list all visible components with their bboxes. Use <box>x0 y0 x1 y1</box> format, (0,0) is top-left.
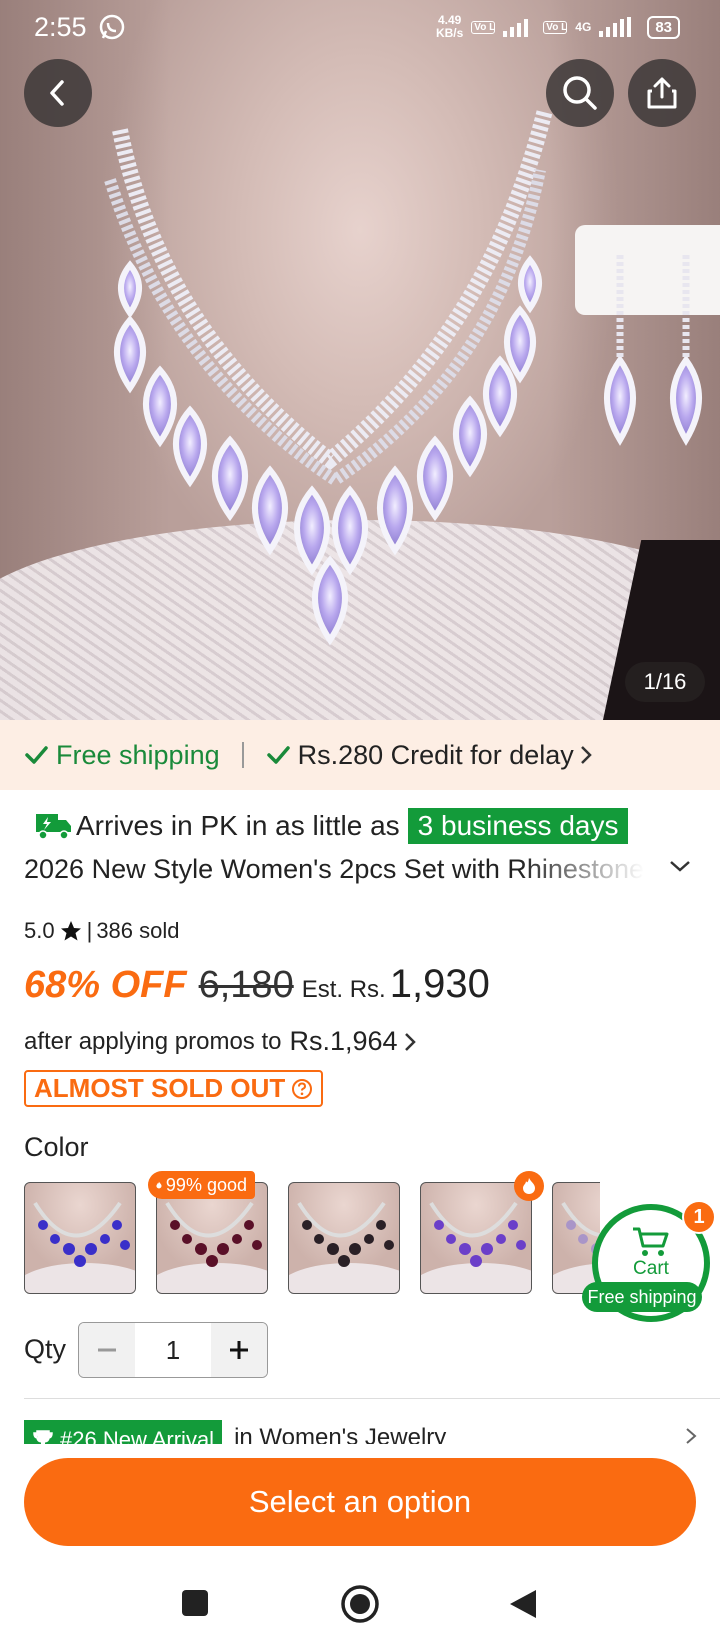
back-button[interactable] <box>24 59 92 127</box>
est-price-label: Est. Rs. <box>301 976 386 1003</box>
flame-icon <box>523 1178 535 1194</box>
share-icon <box>647 77 677 109</box>
bottom-action-bar: Select an option <box>0 1444 720 1564</box>
quantity-decrease-button[interactable] <box>79 1323 135 1377</box>
chevron-right-icon <box>580 746 592 764</box>
product-image[interactable]: 2:55 4.49 KB/s Vo LTE Vo LTE 4G 83 1/16 <box>0 0 720 720</box>
share-button[interactable] <box>628 59 696 127</box>
volte-badge-2: Vo LTE <box>543 20 568 34</box>
section-divider <box>24 1398 720 1399</box>
quantity-label: Qty <box>24 1334 67 1364</box>
swatch-necklace <box>33 1201 130 1267</box>
ranking-category: in Women's Jewelry <box>234 1424 447 1444</box>
chevron-left-icon <box>50 80 64 106</box>
battery-indicator: 83 <box>647 15 680 39</box>
cart-label: Cart <box>633 1258 669 1279</box>
promo-row[interactable]: after applying promos to Rs.1,964 <box>24 1026 418 1057</box>
signal-icon-1 <box>503 19 529 37</box>
search-button[interactable] <box>546 59 614 127</box>
net-speed: 4.49 KB/s <box>436 14 463 40</box>
shipping-banner[interactable]: Free shipping Rs.280 Credit for delay <box>0 720 720 790</box>
product-title[interactable]: 2026 New Style Women's 2pcs Set with Rhi… <box>24 854 644 885</box>
whatsapp-icon <box>99 14 125 40</box>
image-page-indicator: 1/16 <box>625 662 705 702</box>
recent-apps-icon[interactable] <box>180 1588 210 1618</box>
quantity-value[interactable]: 1 <box>135 1323 211 1377</box>
status-bar: 2:55 4.49 KB/s Vo LTE Vo LTE 4G 83 <box>0 0 720 54</box>
status-indicators: 4.49 KB/s Vo LTE Vo LTE 4G 83 <box>436 14 680 40</box>
color-swatch-royal-blue[interactable] <box>24 1182 136 1294</box>
select-option-button[interactable]: Select an option <box>24 1458 696 1546</box>
swatch-necklace <box>429 1201 526 1267</box>
free-shipping-label: Free shipping <box>56 739 220 770</box>
final-price: 1,930 <box>389 962 490 1006</box>
cart-count-badge: 1 <box>682 1200 716 1234</box>
minus-icon <box>98 1348 116 1352</box>
plus-icon <box>230 1341 248 1359</box>
ranking-badge: #26 New Arrival <box>24 1420 223 1444</box>
swatch-rating-badge: 99% good <box>148 1171 255 1199</box>
trophy-icon <box>33 1430 53 1444</box>
cart-free-shipping: Free shipping <box>582 1282 702 1312</box>
ranking-row[interactable]: #26 New Arrival in Women's Jewelry <box>24 1420 720 1444</box>
rating-row[interactable]: 5.0 | 386 sold <box>24 918 180 944</box>
almost-sold-out-label: ALMOST SOLD OUT <box>34 1073 286 1103</box>
promo-text: after applying promos to <box>24 1027 282 1055</box>
fast-delivery-truck-icon <box>36 814 71 840</box>
search-icon <box>563 76 597 110</box>
status-time: 2:55 <box>34 12 87 42</box>
system-nav-bar <box>0 1564 720 1650</box>
delivery-estimate: Arrives in PK in as little as 3 business… <box>34 808 629 844</box>
swatch-badge-text: 99% good <box>165 1174 247 1195</box>
price-row: 68% OFF 6,180 Est. Rs. 1,930 <box>24 962 490 1007</box>
network-type: 4G <box>575 20 592 34</box>
back-nav-icon[interactable] <box>508 1588 538 1620</box>
swatch-necklace <box>165 1201 262 1267</box>
color-swatches <box>24 1182 600 1294</box>
ranking-badge-text: #26 New Arrival <box>60 1427 215 1444</box>
banner-divider <box>241 742 244 768</box>
almost-sold-out-badge[interactable]: ALMOST SOLD OUT <box>24 1070 324 1107</box>
rating-divider: | <box>86 918 93 943</box>
promo-price: Rs.1,964 <box>289 1026 398 1056</box>
original-price: 6,180 <box>198 964 294 1006</box>
color-swatch-violet[interactable] <box>420 1182 532 1294</box>
floating-cart-button[interactable]: Cart 1 Free shipping <box>582 1200 720 1322</box>
check-icon <box>266 746 290 764</box>
color-swatch-black[interactable] <box>288 1182 400 1294</box>
check-icon <box>25 746 48 764</box>
star-icon <box>60 921 81 941</box>
signal-icon-2 <box>599 17 632 37</box>
chevron-right-icon <box>686 1428 697 1444</box>
help-icon <box>292 1078 313 1099</box>
home-icon[interactable] <box>340 1584 380 1624</box>
rating-value: 5.0 <box>24 918 55 943</box>
sold-count: 386 sold <box>96 918 180 943</box>
quantity-stepper: 1 <box>78 1322 268 1378</box>
cart-icon <box>633 1227 669 1256</box>
delivery-prefix: Arrives in PK in as little as <box>76 810 400 841</box>
volte-badge-1: Vo LTE <box>471 20 496 34</box>
hot-badge <box>514 1171 544 1201</box>
quantity-increase-button[interactable] <box>211 1323 267 1377</box>
color-label: Color <box>24 1132 89 1162</box>
chevron-right-icon <box>404 1032 416 1051</box>
delivery-days-badge: 3 business days <box>407 808 629 844</box>
discount-percent: 68% OFF <box>24 964 187 1006</box>
flame-icon <box>156 1181 162 1189</box>
swatch-necklace <box>297 1201 394 1267</box>
delay-credit-label: Rs.280 Credit for delay <box>297 739 574 770</box>
necklace-illustration <box>104 108 702 646</box>
chevron-down-icon[interactable] <box>668 858 692 874</box>
net-speed-unit: KB/s <box>435 26 464 40</box>
